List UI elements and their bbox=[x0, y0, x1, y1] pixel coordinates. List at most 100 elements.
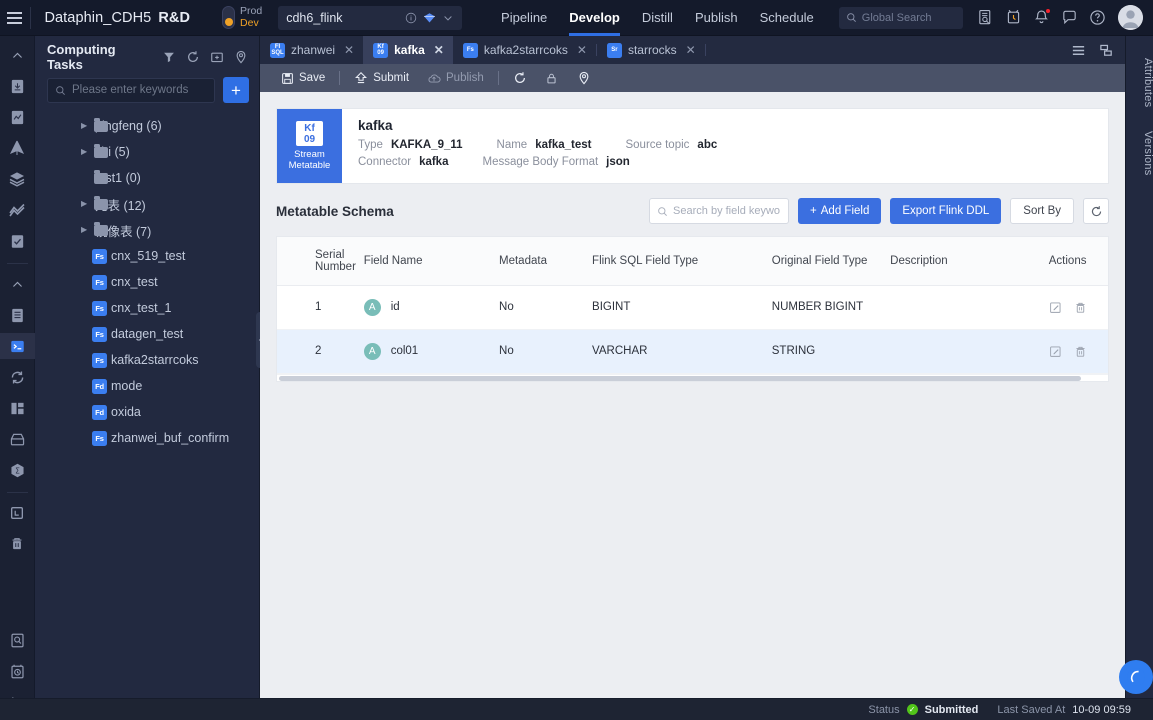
delete-icon[interactable] bbox=[1074, 301, 1087, 314]
info-icon[interactable] bbox=[405, 12, 417, 24]
env-labels: Prod Dev bbox=[240, 6, 262, 29]
close-icon[interactable]: ✕ bbox=[577, 43, 587, 57]
tree-file-kafka2starrcoks[interactable]: Fs kafka2starrcoks bbox=[35, 347, 259, 373]
refresh-button[interactable] bbox=[504, 64, 536, 92]
alarm-icon[interactable] bbox=[1005, 9, 1022, 26]
table-horizontal-scrollbar[interactable] bbox=[277, 374, 1108, 381]
sidebar-search-placeholder: Please enter keywords bbox=[72, 84, 188, 96]
close-icon[interactable]: ✕ bbox=[344, 43, 354, 57]
field-search-input[interactable]: Search by field keywo... bbox=[649, 198, 789, 224]
data-integration-icon[interactable] bbox=[0, 73, 35, 99]
search-icon bbox=[846, 12, 857, 23]
global-search-input[interactable]: Global Search bbox=[839, 7, 963, 29]
archive-icon[interactable] bbox=[0, 426, 35, 452]
tree-file-cnx_test[interactable]: Fs cnx_test bbox=[35, 269, 259, 295]
chevron-right-icon[interactable]: ▶ bbox=[81, 121, 91, 131]
schema-table-wrapper: Serial Number Field Name Metadata Flink … bbox=[276, 236, 1109, 382]
nav-item-publish[interactable]: Publish bbox=[684, 0, 749, 36]
global-search-placeholder: Global Search bbox=[862, 12, 932, 24]
data-model-icon[interactable] bbox=[0, 104, 35, 130]
computing-tasks-icon[interactable] bbox=[0, 333, 35, 359]
tab-list-icon[interactable] bbox=[1071, 43, 1086, 58]
project-selector[interactable]: cdh6_flink bbox=[278, 6, 462, 30]
col-serial-number: Serial Number bbox=[277, 237, 364, 285]
hamburger-icon[interactable] bbox=[0, 0, 30, 36]
edit-icon[interactable] bbox=[1049, 345, 1062, 358]
tab-kafka[interactable]: Kf09 kafka ✕ bbox=[363, 36, 453, 64]
edit-icon[interactable] bbox=[1049, 301, 1062, 314]
chevron-down-icon[interactable] bbox=[442, 12, 454, 24]
compare-icon[interactable] bbox=[0, 395, 35, 421]
chevron-right-icon[interactable]: ▶ bbox=[81, 225, 91, 235]
nav-item-pipeline[interactable]: Pipeline bbox=[490, 0, 558, 36]
schema-refresh-button[interactable] bbox=[1083, 198, 1109, 224]
chevron-right-icon[interactable]: ▶ bbox=[81, 199, 91, 209]
tree-folder-pingfeng[interactable]: ▶ pingfeng (6) bbox=[35, 113, 259, 139]
table-row[interactable]: 2 A col01 No VARCHAR STRING bbox=[277, 329, 1108, 373]
tab-zhanwei[interactable]: FISQL zhanwei ✕ bbox=[260, 36, 363, 64]
tree-label: datagen_test bbox=[111, 327, 183, 341]
tree-folder-test1[interactable]: test1 (0) bbox=[35, 165, 259, 191]
tree-folder-shi[interactable]: ▶ shi (5) bbox=[35, 139, 259, 165]
tab-kafka2starrcoks[interactable]: Fs kafka2starrcoks ✕ bbox=[453, 36, 596, 64]
tab-attributes[interactable]: Attributes bbox=[1126, 58, 1153, 107]
data-catalog-icon[interactable] bbox=[0, 302, 35, 328]
data-layers-icon[interactable] bbox=[0, 166, 35, 192]
bell-icon[interactable] bbox=[1033, 9, 1050, 26]
collapse-up-icon[interactable] bbox=[0, 42, 35, 68]
inspect-icon[interactable] bbox=[0, 627, 35, 653]
tree-folder-jingxiangbiao[interactable]: ▶ 镜像表 (7) bbox=[35, 217, 259, 243]
chevron-right-icon[interactable]: ▶ bbox=[81, 147, 91, 157]
add-field-button[interactable]: + Add Field bbox=[798, 198, 881, 224]
tree-folder-yuanbiao[interactable]: ▶ 元表 (12) bbox=[35, 191, 259, 217]
tree-file-cnx_test_1[interactable]: Fs cnx_test_1 bbox=[35, 295, 259, 321]
feedback-icon[interactable] bbox=[1061, 9, 1078, 26]
function-icon[interactable]: Σ bbox=[0, 457, 35, 483]
data-standard-icon[interactable] bbox=[0, 135, 35, 161]
export-flink-ddl-button[interactable]: Export Flink DDL bbox=[890, 198, 1001, 224]
refresh-icon bbox=[513, 71, 527, 85]
resource-icon[interactable] bbox=[0, 500, 35, 526]
help-icon[interactable] bbox=[1089, 9, 1106, 26]
user-avatar[interactable] bbox=[1118, 5, 1143, 30]
collapse-up-2-icon[interactable] bbox=[0, 271, 35, 297]
data-quality-icon[interactable] bbox=[0, 228, 35, 254]
sidebar-search-input[interactable]: Please enter keywords bbox=[47, 78, 215, 103]
new-folder-icon[interactable] bbox=[210, 50, 225, 65]
tree-file-datagen_test[interactable]: Fs datagen_test bbox=[35, 321, 259, 347]
assistant-fab-button[interactable] bbox=[1119, 660, 1153, 694]
nav-item-schedule[interactable]: Schedule bbox=[749, 0, 825, 36]
close-icon[interactable]: ✕ bbox=[434, 43, 444, 57]
save-button[interactable]: Save bbox=[271, 64, 334, 92]
env-pill-indicator bbox=[222, 6, 235, 29]
filter-icon[interactable] bbox=[162, 50, 177, 65]
lock-button[interactable] bbox=[536, 64, 568, 92]
split-view-icon[interactable] bbox=[1099, 43, 1114, 58]
tree-file-zhanwei_buf_confirm[interactable]: Fs zhanwei_buf_confirm bbox=[35, 425, 259, 451]
sort-by-button[interactable]: Sort By bbox=[1010, 198, 1074, 224]
close-icon[interactable]: ✕ bbox=[686, 43, 696, 57]
submit-button[interactable]: Submit bbox=[345, 64, 418, 92]
locate-icon[interactable] bbox=[234, 50, 249, 65]
tree-file-oxida[interactable]: Fd oxida bbox=[35, 399, 259, 425]
add-task-button[interactable]: + bbox=[223, 77, 249, 103]
nav-item-distill[interactable]: Distill bbox=[631, 0, 684, 36]
tab-starrocks[interactable]: Sr starrocks ✕ bbox=[597, 36, 705, 64]
tree-file-cnx_519_test[interactable]: Fs cnx_519_test bbox=[35, 243, 259, 269]
data-metrics-icon[interactable] bbox=[0, 197, 35, 223]
tree-file-mode[interactable]: Fd mode bbox=[35, 373, 259, 399]
field-value-topic: abc bbox=[697, 139, 717, 151]
table-head: Serial Number Field Name Metadata Flink … bbox=[277, 237, 1108, 285]
table-row[interactable]: 1 A id No BIGINT NUMBER BIGINT bbox=[277, 285, 1108, 329]
history-icon[interactable] bbox=[0, 658, 35, 684]
recycle-bin-icon[interactable] bbox=[0, 531, 35, 557]
right-panel-rail: Attributes Versions bbox=[1125, 36, 1153, 698]
document-search-icon[interactable] bbox=[977, 9, 994, 26]
delete-icon[interactable] bbox=[1074, 345, 1087, 358]
refresh-icon[interactable] bbox=[186, 50, 201, 65]
env-toggle[interactable]: Prod Dev bbox=[222, 6, 262, 29]
tab-versions[interactable]: Versions bbox=[1126, 131, 1153, 176]
nav-item-develop[interactable]: Develop bbox=[558, 0, 631, 36]
locate-button[interactable] bbox=[568, 64, 600, 92]
sync-icon[interactable] bbox=[0, 364, 35, 390]
